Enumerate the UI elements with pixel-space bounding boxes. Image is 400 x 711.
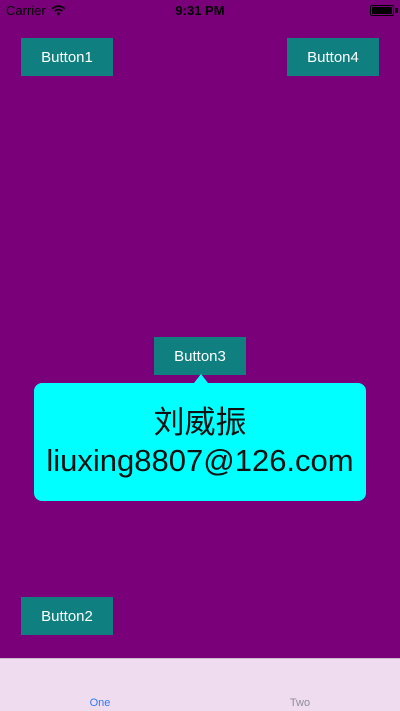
- tab-bar: One Two: [0, 658, 400, 711]
- battery-level: [372, 7, 392, 14]
- status-bar: Carrier 9:31 PM: [0, 0, 400, 22]
- button1[interactable]: Button1: [21, 38, 113, 76]
- button4[interactable]: Button4: [287, 38, 379, 76]
- tab-one[interactable]: One: [0, 659, 200, 711]
- popover-name: 刘威振: [153, 405, 247, 440]
- tab-two-label: Two: [289, 697, 311, 709]
- battery-tip: [395, 8, 398, 13]
- button3[interactable]: Button3: [154, 337, 246, 375]
- button2[interactable]: Button2: [21, 597, 113, 635]
- popover-arrow: [194, 374, 208, 383]
- tab-one-label: One: [89, 697, 111, 709]
- app-screen: Carrier 9:31 PM Button1 Button4 Button3 …: [0, 0, 400, 711]
- popover-email: liuxing8807@126.com: [46, 443, 354, 478]
- tab-two[interactable]: Two: [200, 659, 400, 711]
- battery-icon: [370, 5, 394, 16]
- status-time: 9:31 PM: [175, 3, 225, 18]
- popover: 刘威振 liuxing8807@126.com: [34, 383, 366, 501]
